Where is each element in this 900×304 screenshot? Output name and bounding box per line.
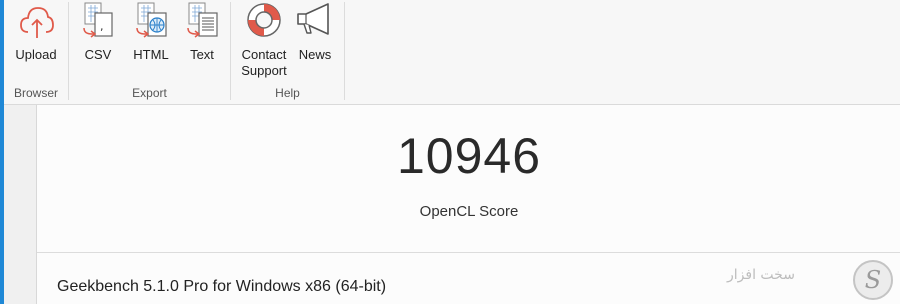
news-button[interactable]: News xyxy=(293,0,337,63)
export-text-button[interactable]: Text xyxy=(179,0,225,63)
group-label-export: Export xyxy=(132,86,167,100)
news-label: News xyxy=(298,47,332,62)
contact-support-button[interactable]: Contact Support xyxy=(235,0,293,79)
lifebuoy-icon xyxy=(247,3,281,37)
svg-text:S: S xyxy=(865,266,881,294)
watermark: سخت افزار S xyxy=(727,253,900,304)
watermark-text: سخت افزار xyxy=(727,267,795,283)
export-csv-button[interactable]: , CSV xyxy=(75,0,121,63)
ribbon-group-help: Contact Support News Help xyxy=(231,0,344,104)
ribbon-group-browser: Upload Browser xyxy=(4,0,68,104)
upload-button[interactable]: Upload xyxy=(8,0,64,63)
s-logo-icon: S xyxy=(853,260,893,300)
group-separator xyxy=(344,2,345,100)
svg-text:,: , xyxy=(100,20,104,33)
export-csv-label: CSV xyxy=(84,47,112,62)
csv-file-icon: , xyxy=(83,2,113,38)
upload-label: Upload xyxy=(15,47,57,62)
version-info: Geekbench 5.1.0 Pro for Windows x86 (64-… xyxy=(57,278,387,295)
megaphone-icon xyxy=(297,3,329,35)
result-panel: 10946 OpenCL Score Geekbench 5.1.0 Pro f… xyxy=(36,105,900,304)
ribbon-group-export: , CSV HTML Text Export xyxy=(69,0,230,104)
group-label-browser: Browser xyxy=(13,86,58,100)
cloud-upload-icon xyxy=(20,7,54,38)
export-html-button[interactable]: HTML xyxy=(125,0,177,63)
group-label-help: Help xyxy=(275,86,300,100)
score-label: OpenCL Score xyxy=(419,203,519,220)
score-value: 10946 xyxy=(396,128,542,184)
text-file-icon xyxy=(187,2,218,38)
export-html-label: HTML xyxy=(133,47,169,62)
html-file-icon xyxy=(136,2,167,38)
export-text-label: Text xyxy=(190,47,214,62)
contact-support-label: Contact Support xyxy=(241,47,287,78)
ribbon-toolbar: Upload Browser , CSV HTML Text Export Co… xyxy=(4,0,900,105)
